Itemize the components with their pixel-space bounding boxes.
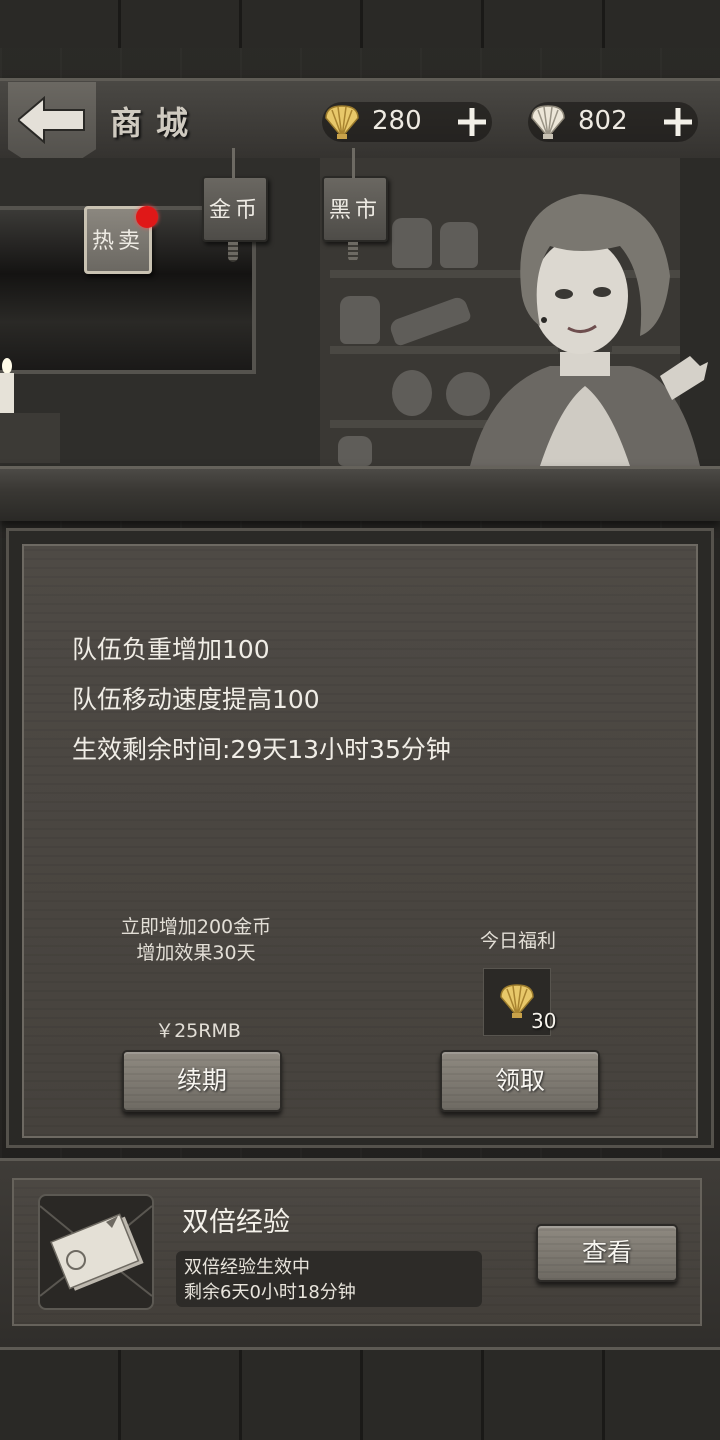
effect-line: 队伍移动速度提高100 [72, 685, 320, 714]
tab-rope [352, 148, 355, 178]
double-exp-status-box: 双倍经验生效中 剩余6天0小时18分钟 [176, 1251, 482, 1307]
claim-button[interactable]: 领取 [440, 1050, 600, 1112]
jar-decoration [338, 436, 372, 466]
top-wood-strip [0, 0, 720, 48]
tab-black-market[interactable]: 黑市 [322, 148, 388, 262]
double-exp-title: 双倍经验 [182, 1207, 290, 1238]
remaining-time: 生效剩余时间:29天13小时35分钟 [72, 735, 451, 764]
scene-counter [0, 413, 60, 463]
currency-shell-2: 802 [528, 102, 698, 142]
shell-icon [325, 105, 359, 139]
reward-count: 30 [531, 1009, 557, 1033]
double-exp-status: 双倍经验生效中 [184, 1257, 310, 1278]
renew-button[interactable]: 续期 [122, 1050, 282, 1112]
scene-divider [0, 466, 720, 521]
back-arrow-icon [18, 96, 85, 144]
add-currency-button[interactable] [454, 104, 490, 140]
jar-decoration [392, 370, 432, 416]
tab-gold-coin[interactable]: 金币 [202, 148, 268, 262]
currency-shell-1: 280 [322, 102, 492, 142]
double-exp-remaining: 剩余6天0小时18分钟 [184, 1282, 356, 1303]
jar-decoration [392, 218, 432, 268]
tassel-icon [348, 242, 358, 262]
currency-amount: 280 [372, 106, 422, 136]
page-title: 商城 [110, 104, 203, 142]
shell-icon [531, 105, 565, 139]
effect-line: 队伍负重增加100 [72, 635, 270, 664]
bottom-wood-strip [0, 1350, 720, 1440]
candle [0, 373, 14, 413]
tab-label: 热卖 [91, 229, 144, 254]
daily-welfare-title: 今日福利 [479, 930, 556, 952]
tab-label: 黑市 [328, 198, 381, 223]
notification-badge [136, 206, 158, 228]
offer-line-1: 立即增加200金币 [120, 916, 272, 938]
add-currency-button[interactable] [660, 104, 696, 140]
merchant-illustration [470, 194, 708, 466]
shop-screen: 商城 280 802 热卖 金币 黑市 队伍负重增加100 队伍移动速度提高10… [0, 0, 720, 1440]
candle-flame [2, 358, 12, 374]
tassel-icon [228, 242, 238, 262]
price-label: ￥25RMB [155, 1020, 241, 1042]
jar-decoration [340, 296, 380, 344]
view-button[interactable]: 查看 [536, 1224, 678, 1282]
exp-x2-ticket-icon [38, 1194, 154, 1310]
tab-rope [232, 148, 235, 178]
tab-label: 金币 [208, 198, 261, 223]
currency-amount: 802 [578, 106, 628, 136]
offer-line-2: 增加效果30天 [136, 942, 256, 964]
